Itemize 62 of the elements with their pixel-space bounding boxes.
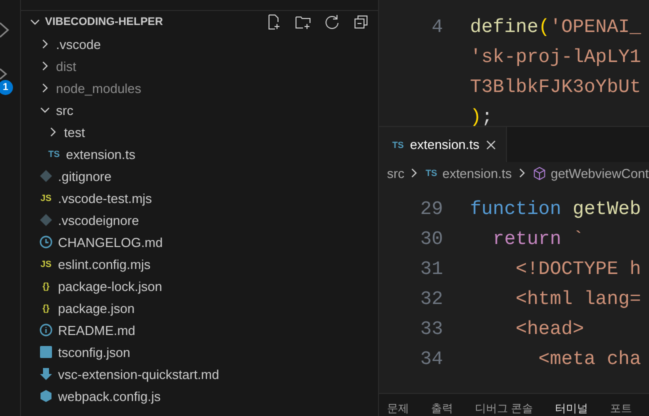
file-item[interactable]: webpack.config.js bbox=[58, 388, 161, 404]
code-line: function getWeb bbox=[470, 198, 642, 220]
line-number: 34 bbox=[419, 348, 444, 370]
ts-icon: TS bbox=[424, 168, 438, 178]
panel-tab[interactable]: 문제 bbox=[387, 402, 409, 416]
panel-tab[interactable]: 출력 bbox=[431, 402, 453, 416]
file-item[interactable]: extension.ts bbox=[66, 146, 136, 162]
folder-item[interactable]: test bbox=[64, 124, 85, 140]
file-item[interactable]: CHANGELOG.md bbox=[58, 234, 163, 250]
folder-item[interactable]: dist bbox=[56, 58, 76, 74]
new-folder-icon[interactable] bbox=[295, 14, 311, 30]
file-item[interactable]: package-lock.json bbox=[58, 278, 162, 294]
breadcrumb-item[interactable]: getWebviewCont bbox=[550, 166, 649, 180]
code-line: T3BlbkFJK3oYbUt bbox=[470, 76, 642, 98]
js-icon: JS bbox=[39, 259, 53, 269]
code-line: ); bbox=[470, 106, 493, 126]
diamond-icon bbox=[39, 213, 53, 227]
folder-item[interactable]: .vscode bbox=[56, 36, 101, 52]
code-line: <!DOCTYPE h bbox=[514, 258, 642, 280]
file-item[interactable]: .gitignore bbox=[58, 168, 112, 184]
code-line: <html lang= bbox=[514, 288, 642, 310]
line-number: 4 bbox=[430, 16, 444, 38]
explorer-title[interactable]: VIBECODING-HELPER bbox=[45, 16, 262, 28]
file-item[interactable]: tsconfig.json bbox=[58, 344, 130, 360]
breadcrumb-item[interactable]: extension.ts bbox=[442, 166, 512, 180]
line-number: 30 bbox=[419, 228, 444, 250]
panel-tab[interactable]: 터미널 bbox=[555, 402, 588, 416]
diamond-icon bbox=[39, 169, 53, 183]
breadcrumb-item[interactable]: src bbox=[387, 166, 404, 180]
js-icon: JS bbox=[39, 193, 53, 203]
braces-icon: {} bbox=[39, 303, 53, 313]
code-line: define('OPENAI_ bbox=[470, 16, 642, 38]
info-icon bbox=[39, 323, 53, 337]
line-number: 31 bbox=[419, 258, 444, 280]
new-file-icon[interactable] bbox=[266, 14, 282, 30]
file-item[interactable]: .vscode-test.mjs bbox=[58, 190, 152, 206]
chevron-icon[interactable] bbox=[0, 22, 10, 38]
code-line: <head> bbox=[514, 318, 584, 340]
panel-tab[interactable]: 포트 bbox=[610, 402, 632, 416]
file-item[interactable]: vsc-extension-quickstart.md bbox=[58, 366, 220, 382]
editor-tab[interactable]: TS extension.ts bbox=[379, 127, 508, 162]
folder-item[interactable]: node_modules bbox=[56, 80, 142, 96]
code-line: <meta cha bbox=[537, 348, 642, 370]
notification-badge: 1 bbox=[0, 80, 13, 95]
refresh-icon[interactable] bbox=[324, 14, 340, 30]
code-line: 'sk-proj-lApLY1 bbox=[470, 46, 642, 68]
line-number: 29 bbox=[419, 198, 444, 220]
collapse-all-icon[interactable] bbox=[353, 14, 369, 30]
ts-icon: TS bbox=[47, 149, 61, 159]
code-line: return ` bbox=[492, 228, 584, 250]
file-item[interactable]: package.json bbox=[58, 300, 135, 316]
panel-tab[interactable]: 디버그 콘솔 bbox=[475, 402, 534, 416]
close-icon[interactable] bbox=[484, 138, 498, 152]
line-number: 32 bbox=[419, 288, 444, 310]
folder-item[interactable]: src bbox=[56, 102, 74, 118]
file-item[interactable]: README.md bbox=[58, 322, 136, 338]
file-item[interactable]: .vscodeignore bbox=[58, 212, 139, 228]
down-arrow-icon bbox=[39, 367, 53, 381]
braces-icon: {} bbox=[39, 281, 53, 291]
clock-icon bbox=[39, 235, 53, 249]
line-number: 33 bbox=[419, 318, 444, 340]
file-item[interactable]: eslint.config.mjs bbox=[58, 256, 150, 272]
